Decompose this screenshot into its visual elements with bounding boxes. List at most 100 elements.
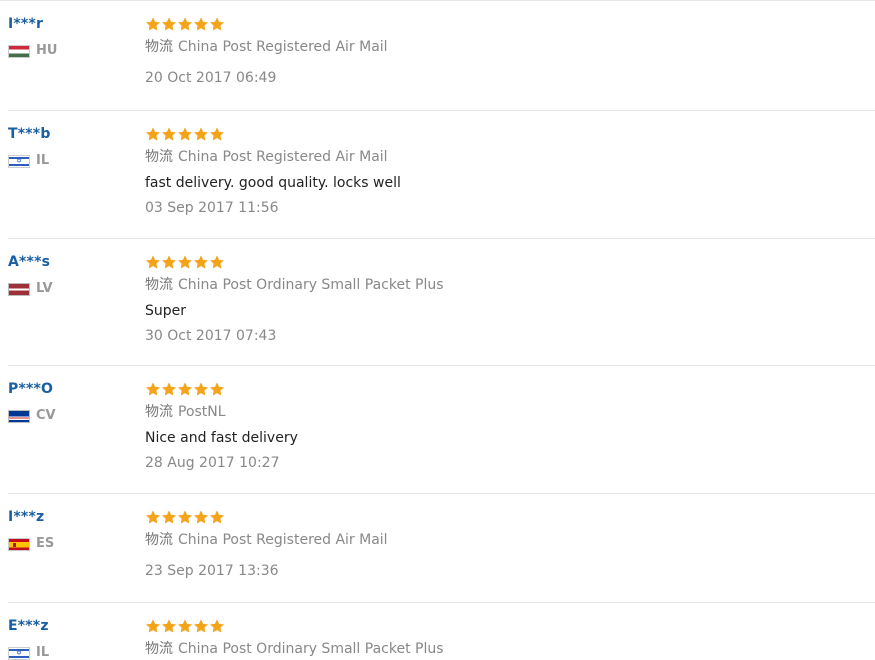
reviewer-name: T***b bbox=[8, 126, 51, 142]
logistics-info: 物流 PostNL bbox=[145, 402, 865, 422]
logistics-label: 物流 bbox=[145, 149, 173, 165]
star-icon bbox=[194, 619, 208, 633]
logistics-method: China Post Registered Air Mail bbox=[178, 39, 388, 55]
star-rating bbox=[145, 252, 865, 272]
feedback-list: I***r HU 物流 China Post Registered Air Ma… bbox=[0, 0, 875, 660]
star-icon bbox=[162, 510, 176, 524]
star-icon bbox=[146, 255, 160, 269]
cape-verde-flag-icon bbox=[8, 409, 30, 423]
reviewer-name: E***z bbox=[8, 618, 49, 634]
star-icon bbox=[178, 255, 192, 269]
star-icon bbox=[178, 127, 192, 141]
star-icon bbox=[210, 127, 224, 141]
star-icon bbox=[146, 619, 160, 633]
star-icon bbox=[146, 17, 160, 31]
review-content: 物流 China Post Registered Air Mail 23 Sep… bbox=[145, 507, 865, 581]
logistics-info: 物流 China Post Ordinary Small Packet Plus bbox=[145, 275, 865, 295]
star-icon bbox=[194, 127, 208, 141]
review-comment: Super bbox=[145, 303, 187, 319]
star-icon bbox=[162, 127, 176, 141]
review-date: 20 Oct 2017 06:49 bbox=[145, 70, 277, 86]
review-item: T***b ✡ IL 物流 China Post Registered Air … bbox=[8, 111, 875, 239]
review-item: I***r HU 物流 China Post Registered Air Ma… bbox=[8, 1, 875, 111]
review-content: 物流 China Post Ordinary Small Packet Plus… bbox=[145, 252, 865, 346]
logistics-label: 物流 bbox=[145, 277, 173, 293]
review-item: I***z ES 物流 China Post Registered Air Ma… bbox=[8, 494, 875, 603]
logistics-info: 物流 China Post Registered Air Mail bbox=[145, 37, 865, 57]
reviewer-info: A***s LV bbox=[8, 253, 138, 297]
israel-flag-icon: ✡ bbox=[8, 154, 30, 168]
reviewer-country: CV bbox=[8, 408, 138, 424]
star-icon bbox=[210, 255, 224, 269]
country-code: CV bbox=[36, 408, 56, 423]
star-icon bbox=[210, 382, 224, 396]
logistics-method: China Post Ordinary Small Packet Plus bbox=[178, 641, 444, 657]
reviewer-info: I***r HU bbox=[8, 15, 138, 59]
latvia-flag-icon bbox=[8, 282, 30, 296]
logistics-method: PostNL bbox=[178, 404, 226, 420]
country-code: IL bbox=[36, 153, 50, 168]
star-icon bbox=[146, 382, 160, 396]
star-icon bbox=[162, 255, 176, 269]
star-rating bbox=[145, 14, 865, 34]
logistics-info: 物流 China Post Registered Air Mail bbox=[145, 530, 865, 550]
star-icon bbox=[178, 619, 192, 633]
review-comment: fast delivery. good quality. locks well bbox=[145, 175, 401, 191]
star-icon bbox=[194, 510, 208, 524]
star-icon bbox=[178, 382, 192, 396]
review-date: 03 Sep 2017 11:56 bbox=[145, 200, 279, 216]
review-item: E***z ✡ IL 物流 China Post Ordinary Small … bbox=[8, 603, 875, 660]
hungary-flag-icon bbox=[8, 44, 30, 58]
reviewer-name: P***O bbox=[8, 381, 54, 397]
star-icon bbox=[194, 17, 208, 31]
review-comment: Nice and fast delivery bbox=[145, 430, 298, 446]
review-item: P***O CV 物流 PostNL Nice and fast deliver… bbox=[8, 366, 875, 494]
star-rating bbox=[145, 124, 865, 144]
review-content: 物流 PostNL Nice and fast delivery 28 Aug … bbox=[145, 379, 865, 473]
israel-flag-icon: ✡ bbox=[8, 646, 30, 660]
logistics-method: China Post Registered Air Mail bbox=[178, 532, 388, 548]
reviewer-country: HU bbox=[8, 43, 138, 59]
review-content: 物流 China Post Registered Air Mail fast d… bbox=[145, 124, 865, 218]
reviewer-country: ES bbox=[8, 536, 138, 552]
country-code: ES bbox=[36, 536, 55, 551]
reviewer-info: I***z ES bbox=[8, 508, 138, 552]
review-content: 物流 China Post Ordinary Small Packet Plus bbox=[145, 616, 865, 659]
star-rating bbox=[145, 507, 865, 527]
logistics-label: 物流 bbox=[145, 39, 173, 55]
review-item: A***s LV 物流 China Post Ordinary Small Pa… bbox=[8, 239, 875, 366]
country-code: LV bbox=[36, 281, 53, 296]
reviewer-name: A***s bbox=[8, 254, 51, 270]
star-icon bbox=[146, 510, 160, 524]
star-icon bbox=[210, 619, 224, 633]
reviewer-info: E***z ✡ IL bbox=[8, 617, 138, 660]
star-rating bbox=[145, 616, 865, 636]
review-date: 23 Sep 2017 13:36 bbox=[145, 563, 279, 579]
reviewer-country: ✡ IL bbox=[8, 645, 138, 660]
review-date: 30 Oct 2017 07:43 bbox=[145, 328, 277, 344]
logistics-method: China Post Registered Air Mail bbox=[178, 149, 388, 165]
star-icon bbox=[194, 382, 208, 396]
reviewer-name: I***z bbox=[8, 509, 45, 525]
reviewer-info: P***O CV bbox=[8, 380, 138, 424]
review-date: 28 Aug 2017 10:27 bbox=[145, 455, 280, 471]
reviewer-info: T***b ✡ IL bbox=[8, 125, 138, 169]
reviewer-country: ✡ IL bbox=[8, 153, 138, 169]
country-code: IL bbox=[36, 645, 50, 660]
logistics-info: 物流 China Post Ordinary Small Packet Plus bbox=[145, 639, 865, 659]
star-icon bbox=[162, 382, 176, 396]
logistics-info: 物流 China Post Registered Air Mail bbox=[145, 147, 865, 167]
logistics-label: 物流 bbox=[145, 532, 173, 548]
star-icon bbox=[146, 127, 160, 141]
star-icon bbox=[210, 510, 224, 524]
logistics-label: 物流 bbox=[145, 641, 173, 657]
star-icon bbox=[194, 255, 208, 269]
reviewer-name: I***r bbox=[8, 16, 44, 32]
logistics-label: 物流 bbox=[145, 404, 173, 420]
logistics-method: China Post Ordinary Small Packet Plus bbox=[178, 277, 444, 293]
star-icon bbox=[178, 510, 192, 524]
star-icon bbox=[162, 619, 176, 633]
review-content: 物流 China Post Registered Air Mail 20 Oct… bbox=[145, 14, 865, 88]
spain-flag-icon bbox=[8, 537, 30, 551]
country-code: HU bbox=[36, 43, 58, 58]
